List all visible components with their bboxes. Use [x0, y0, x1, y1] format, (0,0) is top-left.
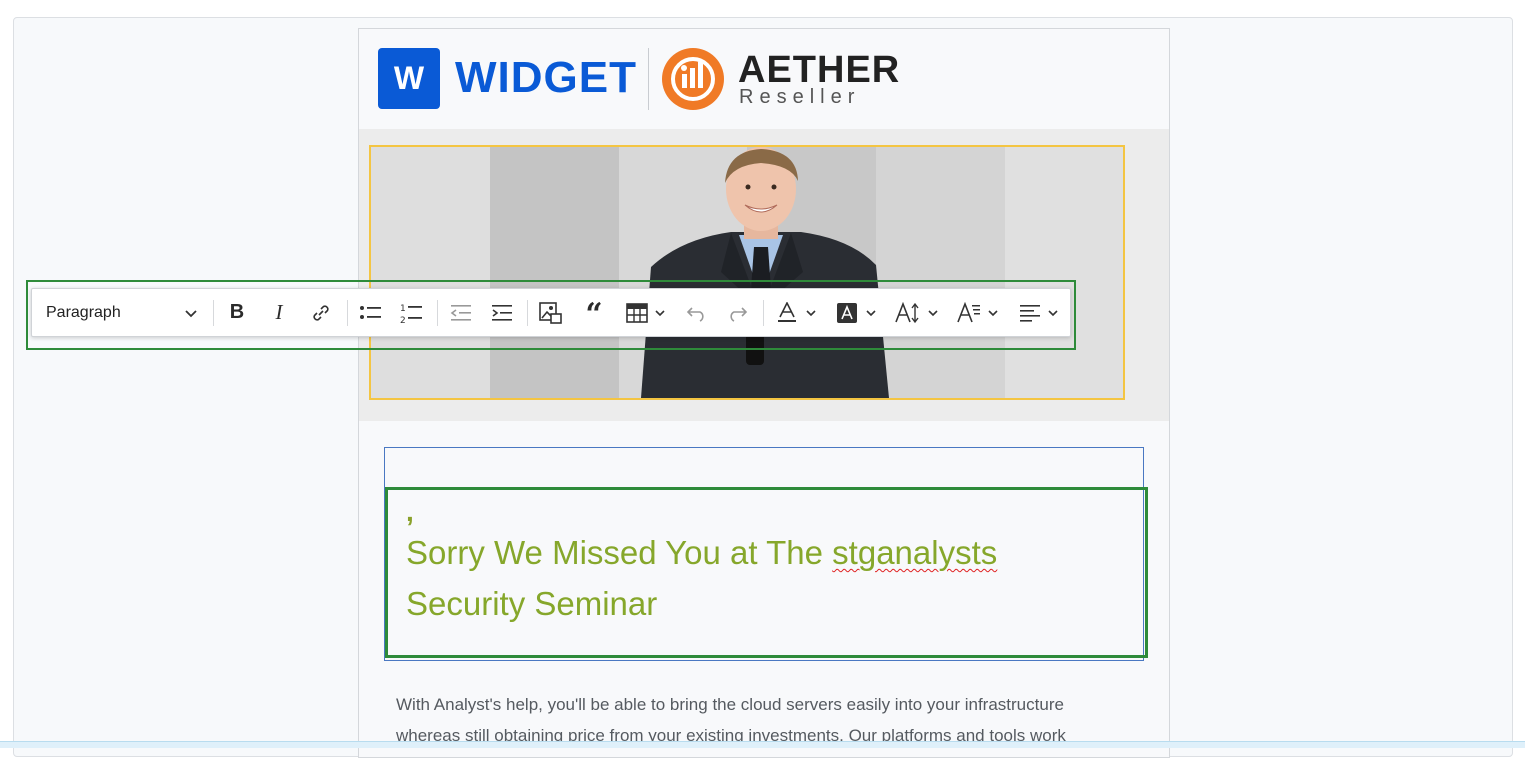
bold-icon: B	[229, 301, 245, 323]
toolbar-separator	[763, 300, 764, 326]
misspelled-word[interactable]: stganalysts	[832, 534, 997, 571]
widget-logo-mark: W	[378, 48, 440, 109]
font-background-color-button[interactable]	[832, 289, 882, 336]
chevron-down-icon	[988, 309, 998, 316]
align-left-icon	[1020, 304, 1040, 322]
chevron-down-icon	[1048, 309, 1058, 316]
toolbar-separator	[347, 300, 348, 326]
toolbar-separator	[213, 300, 214, 326]
stray-comma: ,	[406, 496, 414, 527]
chevron-down-icon	[655, 309, 665, 316]
svg-text:2: 2	[400, 316, 406, 324]
undo-button[interactable]	[682, 289, 712, 336]
bulleted-list-icon	[360, 305, 381, 319]
bulleted-list-button[interactable]	[355, 289, 387, 336]
toolbar-separator	[437, 300, 438, 326]
rich-text-toolbar: Paragraph B I 12 “	[31, 288, 1071, 337]
font-family-button[interactable]	[952, 289, 1004, 336]
svg-text:1: 1	[400, 304, 406, 314]
table-icon	[626, 302, 648, 323]
indent-icon	[492, 304, 512, 321]
insert-table-button[interactable]	[620, 289, 672, 336]
bold-button[interactable]: B	[222, 289, 252, 336]
chevron-down-icon[interactable]	[184, 289, 198, 336]
redo-button[interactable]	[722, 289, 752, 336]
undo-icon	[686, 306, 704, 322]
alignment-button[interactable]	[1014, 289, 1064, 336]
logo-divider	[648, 48, 649, 110]
link-button[interactable]	[306, 289, 336, 336]
numbered-list-icon: 12	[400, 304, 422, 324]
chevron-down-icon	[866, 309, 876, 316]
image-icon	[539, 301, 562, 324]
aether-logo-text: AETHER	[738, 49, 901, 91]
font-size-icon	[895, 301, 919, 323]
italic-icon: I	[275, 300, 283, 324]
paragraph-style-select[interactable]: Paragraph	[46, 289, 202, 336]
numbered-list-button[interactable]: 12	[396, 289, 428, 336]
insert-image-button[interactable]	[536, 289, 566, 336]
quote-icon: “	[585, 296, 603, 332]
font-color-icon	[778, 301, 796, 322]
aether-reseller-tagline: Reseller	[739, 86, 861, 108]
block-quote-button[interactable]: “	[579, 289, 609, 336]
link-icon	[313, 304, 329, 321]
image-selection-outline	[369, 145, 1125, 400]
widget-logo-text: WIDGET	[455, 53, 637, 102]
heading-text-line1[interactable]: Sorry We Missed You at The stganalysts	[406, 534, 997, 572]
redo-icon	[730, 306, 748, 322]
outdent-icon	[450, 304, 471, 321]
italic-button[interactable]: I	[264, 289, 294, 336]
outdent-button[interactable]	[446, 289, 476, 336]
font-background-icon	[837, 302, 857, 323]
chevron-down-icon	[928, 309, 938, 316]
heading-text-part1: Sorry We Missed You at The	[406, 534, 833, 571]
heading-text-line2[interactable]: Security Seminar	[406, 585, 657, 623]
heading-selection-outline	[385, 487, 1148, 658]
indent-button[interactable]	[487, 289, 517, 336]
toolbar-separator	[527, 300, 528, 326]
chevron-down-icon	[806, 309, 816, 316]
aether-logo-icon	[662, 48, 724, 110]
body-paragraph-line1[interactable]: With Analyst's help, you'll be able to b…	[396, 695, 1064, 715]
font-color-button[interactable]	[772, 289, 822, 336]
font-size-button[interactable]	[892, 289, 942, 336]
font-family-icon	[957, 301, 980, 322]
